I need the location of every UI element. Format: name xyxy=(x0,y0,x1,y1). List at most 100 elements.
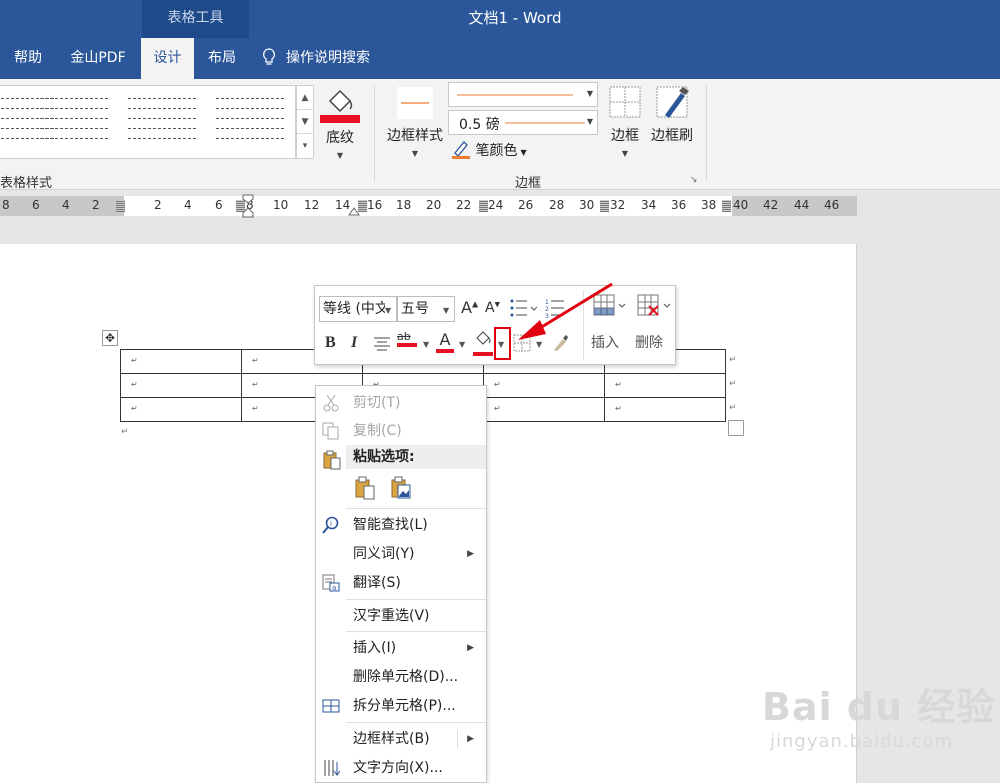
borders-mini-icon[interactable] xyxy=(513,334,531,352)
bullets-icon[interactable] xyxy=(509,298,539,318)
border-styles-dropdown-icon[interactable]: ▼ xyxy=(384,149,446,158)
tab-design[interactable]: 设计 xyxy=(141,38,194,79)
ruler-column-marker[interactable] xyxy=(116,200,125,212)
menu-item-border-styles[interactable]: 边框样式(B) ▶ xyxy=(316,725,486,753)
font-size-dropdown-icon[interactable]: ▼ xyxy=(443,306,449,315)
ruler-column-marker[interactable] xyxy=(722,200,731,212)
highlight-dropdown-icon[interactable]: ▼ xyxy=(423,340,429,349)
menu-item-reconversion[interactable]: 汉字重选(V) xyxy=(316,602,486,630)
table-cell[interactable]: ↵ xyxy=(120,397,242,422)
shading-label: 底纹 xyxy=(326,130,354,146)
line-weight-select[interactable]: 0.5 磅 ▼ xyxy=(448,110,598,135)
table-styles-gallery[interactable] xyxy=(0,85,296,159)
pen-color-label: 笔颜色 xyxy=(475,143,518,159)
borders-grid-icon xyxy=(609,86,641,118)
shrink-font-icon: A xyxy=(485,300,495,316)
shrink-font-button[interactable]: A▼ xyxy=(485,300,500,316)
ruler-column-marker[interactable] xyxy=(600,200,609,212)
ruler-tick: 22 xyxy=(456,198,472,212)
insert-table-icon[interactable] xyxy=(593,294,633,318)
menu-item-smart-lookup[interactable]: i 智能查找(L) xyxy=(316,511,486,539)
menu-item-copy[interactable]: 复制(C) xyxy=(316,417,486,445)
menu-item-synonyms[interactable]: 同义词(Y) ▶ xyxy=(316,540,486,568)
tab-help[interactable]: 帮助 xyxy=(0,38,56,79)
numbering-icon[interactable]: 123 xyxy=(545,298,565,318)
table-style-thumb[interactable] xyxy=(216,98,284,142)
pen-color-button[interactable]: 笔颜色 ▼ xyxy=(451,139,527,163)
shading-dropdown-icon[interactable]: ▼ xyxy=(320,151,360,160)
table-cell[interactable]: ↵ xyxy=(604,373,726,398)
gallery-up-icon[interactable]: ▲ xyxy=(297,86,313,110)
table-style-thumb[interactable] xyxy=(40,98,108,142)
menu-item-text-direction[interactable]: 文字方向(X)... xyxy=(316,754,486,782)
ruler-tick: 26 xyxy=(518,198,534,212)
indent-marker-icon[interactable] xyxy=(242,194,254,222)
ribbon-tab-row: 帮助 金山PDF 设计 布局 操作说明搜索 xyxy=(0,38,1000,79)
border-painter-label: 边框刷 xyxy=(651,128,693,144)
delete-table-icon[interactable] xyxy=(637,294,677,318)
font-color-dropdown-icon[interactable]: ▼ xyxy=(459,340,465,349)
tab-layout[interactable]: 布局 xyxy=(196,38,248,79)
table-cell[interactable]: ↵ xyxy=(120,349,242,374)
menu-item-delete-cells[interactable]: 删除单元格(D)... xyxy=(316,663,486,691)
menu-item-split-cells[interactable]: 拆分单元格(P)... xyxy=(316,692,486,720)
font-color-button[interactable]: A xyxy=(436,330,454,353)
table-resize-handle[interactable] xyxy=(728,420,744,436)
table-move-handle-icon[interactable]: ✥ xyxy=(102,330,118,346)
gallery-scroll[interactable]: ▲ ▼ ▾ xyxy=(296,85,314,159)
tab-kingsoft-pdf[interactable]: 金山PDF xyxy=(56,38,140,79)
menu-item-cut[interactable]: 剪切(T) xyxy=(316,389,486,417)
center-align-icon[interactable] xyxy=(373,336,391,352)
border-styles-label: 边框样式 xyxy=(387,128,443,144)
ruler-tick: 38 xyxy=(701,198,717,212)
gallery-down-icon[interactable]: ▼ xyxy=(297,110,313,134)
menu-item-insert[interactable]: 插入(I) ▶ xyxy=(316,634,486,662)
ruler-tick: 20 xyxy=(426,198,442,212)
paste-keep-formatting-icon[interactable] xyxy=(354,476,376,500)
line-style-dropdown-icon[interactable]: ▼ xyxy=(587,89,593,98)
font-size-select[interactable]: 五号 ▼ xyxy=(397,296,455,322)
table-style-thumb[interactable] xyxy=(128,98,196,142)
table-styles-group-label: 表格样式 xyxy=(0,176,53,191)
svg-text:3: 3 xyxy=(545,313,549,318)
tell-me-search[interactable]: 操作说明搜索 xyxy=(262,38,370,79)
insert-button[interactable]: 插入 xyxy=(591,332,619,352)
shading-mini-button[interactable] xyxy=(473,330,493,356)
ruler-tick: 4 xyxy=(62,198,70,212)
ruler-column-marker[interactable] xyxy=(479,200,488,212)
horizontal-ruler[interactable]: 8 6 4 2 2 4 6 8 10 12 14 16 18 20 22 24 … xyxy=(0,194,857,218)
borders-dropdown-icon[interactable]: ▼ xyxy=(606,149,644,158)
italic-button[interactable]: I xyxy=(351,334,357,352)
gallery-more-icon[interactable]: ▾ xyxy=(297,134,313,158)
shading-button[interactable]: 底纹 ▼ xyxy=(320,85,360,160)
border-painter-button[interactable]: 边框刷 xyxy=(648,85,696,145)
border-styles-button[interactable]: 边框样式 ▼ xyxy=(384,85,446,158)
borders-dropdown-icon[interactable]: ▼ xyxy=(536,340,542,349)
table-cell[interactable]: ↵ xyxy=(604,397,726,422)
table-cell[interactable]: ↵ xyxy=(483,397,605,422)
paste-picture-icon[interactable] xyxy=(390,476,412,500)
menu-item-translate[interactable]: a 翻译(S) xyxy=(316,569,486,597)
right-indent-marker-icon[interactable] xyxy=(348,204,360,216)
line-weight-dropdown-icon[interactable]: ▼ xyxy=(587,117,593,126)
font-name-dropdown-icon[interactable]: ▼ xyxy=(385,306,391,315)
line-style-select[interactable]: ▼ xyxy=(448,82,598,107)
pen-color-dropdown-icon[interactable]: ▼ xyxy=(520,148,526,157)
borders-button[interactable]: 边框 ▼ xyxy=(606,85,644,158)
border-painter-mini-icon[interactable] xyxy=(551,334,569,352)
grow-font-button[interactable]: A▲ xyxy=(461,298,478,317)
delete-button[interactable]: 删除 xyxy=(635,332,663,352)
svg-text:i: i xyxy=(330,520,332,528)
shading-mini-swatch xyxy=(473,352,493,356)
ruler-tick: 16 xyxy=(367,198,383,212)
svg-text:2: 2 xyxy=(545,306,549,313)
ruler-tick: 12 xyxy=(304,198,320,212)
text-highlight-button[interactable]: ab xyxy=(397,330,417,347)
bold-button[interactable]: B xyxy=(325,334,336,352)
line-weight-preview xyxy=(505,122,585,124)
font-name-value: 等线 (中文 xyxy=(323,301,385,317)
font-name-select[interactable]: 等线 (中文▼ xyxy=(319,296,397,322)
table-cell[interactable]: ↵ xyxy=(483,373,605,398)
dialog-launcher-icon[interactable]: ↘ xyxy=(690,175,698,185)
table-cell[interactable]: ↵ xyxy=(120,373,242,398)
